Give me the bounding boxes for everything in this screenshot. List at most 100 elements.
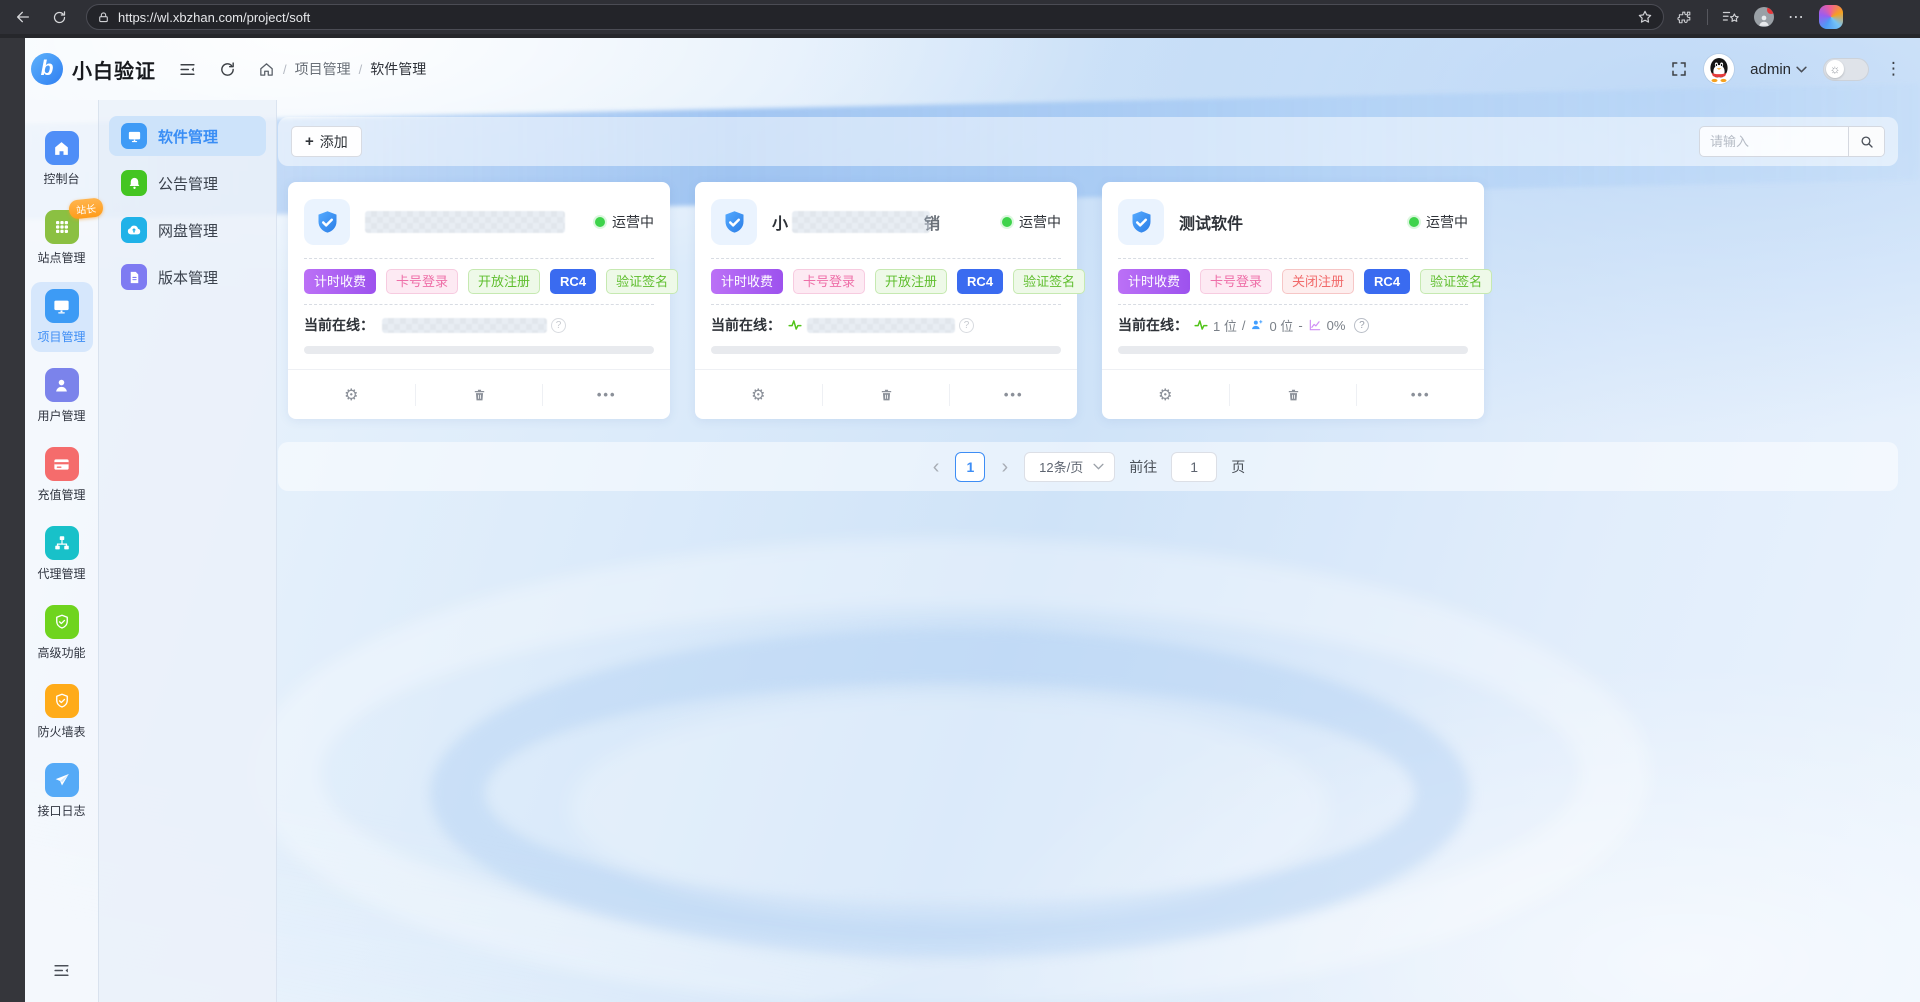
online-progress-bar xyxy=(711,346,1061,354)
online-row: 当前在线： 1 位 / 0 位 - 0% ? xyxy=(1118,315,1468,335)
delete-button[interactable] xyxy=(416,370,543,419)
search-input[interactable] xyxy=(1700,127,1848,156)
settings-button[interactable]: ⚙ xyxy=(288,370,415,419)
header-actions: admin ☼ ⋮ xyxy=(1670,54,1902,84)
submenu-item-announcements[interactable]: 公告管理 xyxy=(109,163,266,203)
chevron-down-icon xyxy=(1093,463,1104,470)
sidebar-item-firewall[interactable]: 防火墙表 xyxy=(31,677,93,747)
submenu-item-netdisk[interactable]: 网盘管理 xyxy=(109,210,266,250)
online-stats: 1 位 / 0 位 - 0% ? xyxy=(1194,316,1369,335)
document-icon xyxy=(121,264,147,290)
sidebar-item-label: 用户管理 xyxy=(37,407,85,424)
help-icon[interactable]: ? xyxy=(959,318,974,333)
submenu-item-versions[interactable]: 版本管理 xyxy=(109,257,266,297)
censor-mosaic xyxy=(807,318,955,333)
favorites-bar-icon[interactable] xyxy=(1722,9,1740,25)
bookmark-star-icon[interactable] xyxy=(1637,9,1653,25)
delete-button[interactable] xyxy=(823,370,950,419)
divider xyxy=(1118,258,1468,259)
status: 运营中 xyxy=(1002,212,1061,232)
bell-icon xyxy=(121,170,147,196)
sidebar-item-projects[interactable]: 项目管理 xyxy=(31,282,93,352)
online-row: 当前在线： ? xyxy=(711,315,1061,335)
settings-button[interactable]: ⚙ xyxy=(1102,370,1229,419)
submenu-item-label: 版本管理 xyxy=(158,267,218,288)
page-number-button[interactable]: 1 xyxy=(955,452,985,482)
browser-back-button[interactable] xyxy=(10,4,36,30)
settings-button[interactable]: ⚙ xyxy=(695,370,822,419)
sidebar-item-users[interactable]: 用户管理 xyxy=(31,361,93,431)
user-icon xyxy=(45,368,79,402)
software-shield-icon xyxy=(1118,199,1164,245)
status-label: 运营中 xyxy=(1426,212,1468,232)
online-rate: 0% xyxy=(1327,318,1346,333)
more-button[interactable]: ••• xyxy=(950,370,1077,419)
tag-billing: 计时收费 xyxy=(711,269,783,294)
theme-toggle[interactable]: ☼ xyxy=(1823,58,1869,81)
divider xyxy=(1118,304,1468,305)
online-label: 当前在线： xyxy=(711,315,781,335)
more-button[interactable]: ••• xyxy=(543,370,670,419)
search-button[interactable] xyxy=(1848,127,1884,156)
copilot-icon[interactable] xyxy=(1819,5,1843,29)
collapse-sidebar-icon[interactable] xyxy=(25,961,98,980)
sidebar-item-label: 接口日志 xyxy=(37,802,85,819)
add-button[interactable]: + 添加 xyxy=(291,126,362,157)
prev-page-button[interactable]: ‹ xyxy=(931,457,942,477)
fullscreen-icon[interactable] xyxy=(1670,60,1688,78)
refresh-page-icon[interactable] xyxy=(219,61,236,78)
sidebar-item-advanced[interactable]: 高级功能 xyxy=(31,598,93,668)
sun-icon: ☼ xyxy=(1826,60,1844,78)
activity-icon xyxy=(788,318,802,332)
tag-verify-sign: 验证签名 xyxy=(606,269,678,294)
status-label: 运营中 xyxy=(1019,212,1061,232)
delete-button[interactable] xyxy=(1230,370,1357,419)
more-button[interactable]: ••• xyxy=(1357,370,1484,419)
browser-refresh-button[interactable] xyxy=(46,4,72,30)
browser-menu-icon[interactable]: ⋯ xyxy=(1788,7,1805,27)
goto-page-input[interactable] xyxy=(1171,452,1217,482)
primary-sidebar: 控制台 站长 站点管理 项目管理 用户管理 充值管理 xyxy=(25,100,99,1002)
card-actions: ⚙ ••• xyxy=(288,369,670,419)
online-progress-bar xyxy=(1118,346,1468,354)
browser-profile-avatar[interactable] xyxy=(1754,7,1774,27)
user-avatar[interactable] xyxy=(1704,54,1734,84)
sidebar-item-recharge[interactable]: 充值管理 xyxy=(31,440,93,510)
submenu-item-software[interactable]: 软件管理 xyxy=(109,116,266,156)
breadcrumb-home-icon[interactable] xyxy=(258,61,275,78)
extensions-puzzle-icon[interactable] xyxy=(1676,9,1693,26)
breadcrumb-project[interactable]: 项目管理 xyxy=(295,59,351,79)
sidebar-item-console[interactable]: 控制台 xyxy=(31,124,93,194)
sidebar-item-api-logs[interactable]: 接口日志 xyxy=(31,756,93,826)
help-icon[interactable]: ? xyxy=(1354,318,1369,333)
toolbar-divider xyxy=(1707,9,1708,25)
sidebar-item-label: 控制台 xyxy=(43,170,79,187)
submenu-item-label: 软件管理 xyxy=(158,126,218,147)
user-menu[interactable]: admin xyxy=(1750,61,1807,78)
censor-mosaic xyxy=(365,211,565,233)
main-content: + 添加 运营中 xyxy=(277,100,1920,1002)
trash-icon xyxy=(1286,387,1301,403)
page: b 小白验证 / 项目管理 / 软件管理 admin ☼ xyxy=(0,34,1920,1002)
app-logo: b xyxy=(31,53,63,85)
breadcrumb-separator: / xyxy=(283,62,287,77)
monitor-icon xyxy=(121,123,147,149)
tag-rc4: RC4 xyxy=(1364,269,1410,294)
brand-title: 小白验证 xyxy=(72,55,156,84)
help-icon[interactable]: ? xyxy=(551,318,566,333)
tag-open-register: 开放注册 xyxy=(875,269,947,294)
sidebar-item-sites[interactable]: 站长 站点管理 xyxy=(31,203,93,273)
sidebar-item-agents[interactable]: 代理管理 xyxy=(31,519,93,589)
header-more-icon[interactable]: ⋮ xyxy=(1885,64,1902,74)
software-card: 运营中 计时收费 卡号登录 开放注册 RC4 验证签名 当前在线： ? ⚙ xyxy=(288,182,670,419)
sidebar-fold-icon[interactable] xyxy=(178,60,197,79)
browser-toolbar-icons: ⋯ xyxy=(1676,5,1857,29)
address-bar[interactable]: https://wl.xbzhan.com/project/soft xyxy=(86,4,1664,30)
org-chart-icon xyxy=(45,526,79,560)
next-page-button[interactable]: › xyxy=(999,457,1010,477)
tag-rc4: RC4 xyxy=(957,269,1003,294)
tag-row: 计时收费 卡号登录 开放注册 RC4 验证签名 xyxy=(711,269,1061,294)
pagination-bar: ‹ 1 › 12条/页 前往 页 xyxy=(278,442,1898,491)
chevron-down-icon xyxy=(1796,66,1807,73)
page-size-select[interactable]: 12条/页 xyxy=(1024,452,1115,482)
